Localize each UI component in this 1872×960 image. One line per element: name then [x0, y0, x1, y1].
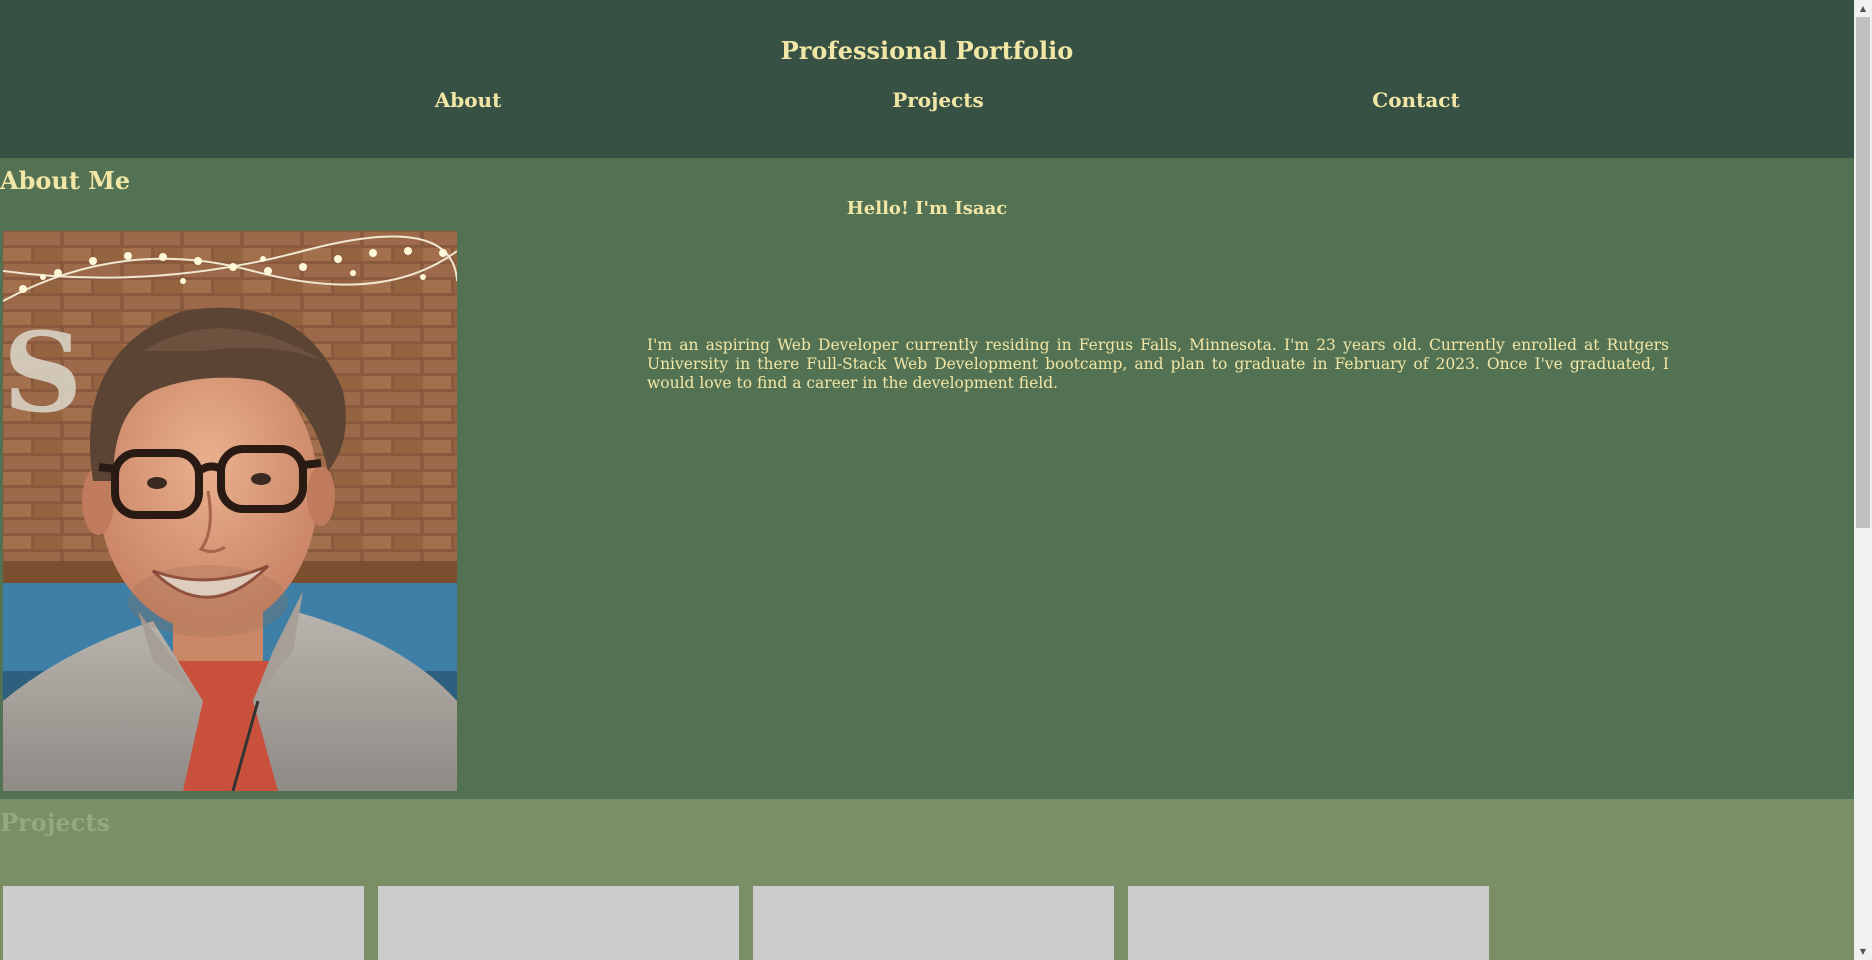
nav-link-about[interactable]: About [435, 88, 502, 112]
project-card[interactable] [3, 886, 364, 960]
nav-link-contact[interactable]: Contact [1372, 88, 1459, 112]
page-title: Professional Portfolio [780, 36, 1074, 65]
page: Professional Portfolio About Projects Co… [0, 0, 1854, 960]
portrait-illustration: S [3, 231, 457, 791]
scroll-up-icon[interactable]: ▲ [1854, 0, 1872, 17]
nav-link-projects[interactable]: Projects [892, 88, 984, 112]
project-card[interactable] [378, 886, 739, 960]
bio-paragraph: I'm an aspiring Web Developer currently … [647, 336, 1669, 392]
portrait-photo: S [3, 231, 457, 791]
vertical-scrollbar[interactable]: ▲ ▼ [1854, 0, 1872, 960]
project-card[interactable] [1128, 886, 1489, 960]
scroll-thumb[interactable] [1856, 17, 1870, 528]
scroll-down-icon[interactable]: ▼ [1854, 943, 1872, 960]
svg-text:S: S [3, 308, 82, 437]
about-heading: About Me [0, 166, 131, 195]
site-header: Professional Portfolio About Projects Co… [0, 0, 1854, 158]
about-section: About Me Hello! I'm Isaac S I'm an aspir… [0, 158, 1854, 799]
project-card[interactable] [753, 886, 1114, 960]
greeting-heading: Hello! I'm Isaac [846, 198, 1008, 219]
projects-heading: Projects [0, 808, 110, 837]
